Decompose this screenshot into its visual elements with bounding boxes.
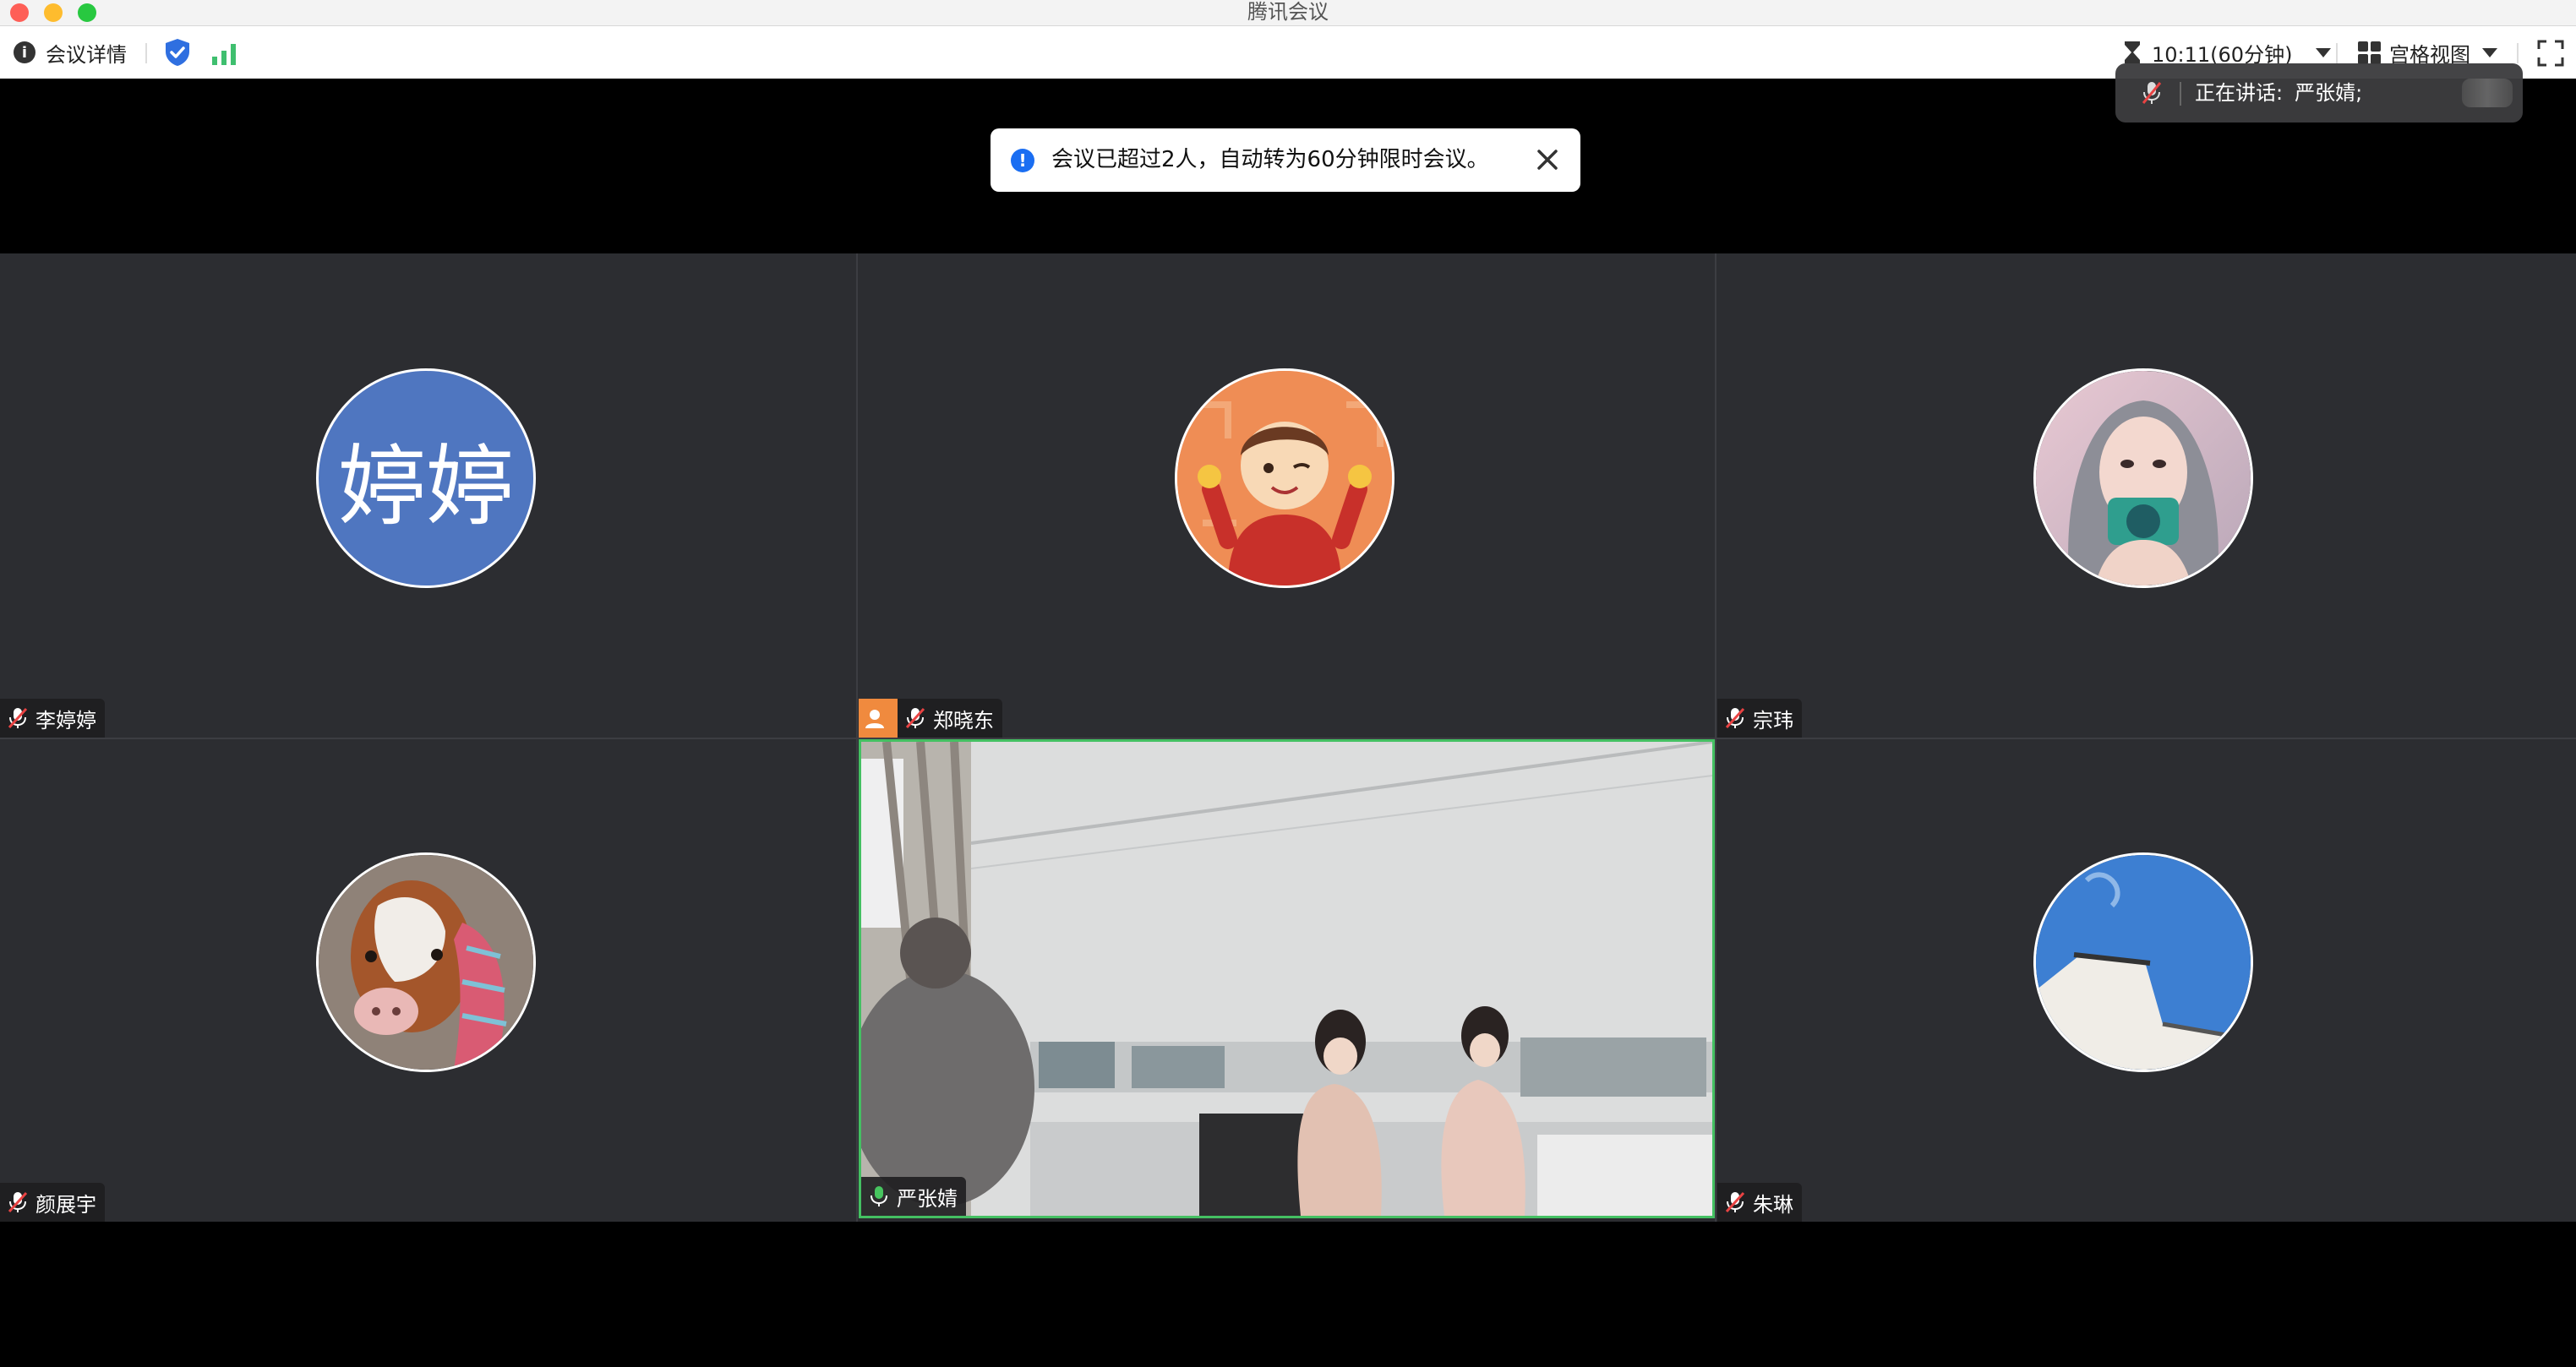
participant-name: 严张婧	[897, 1186, 958, 1211]
participant-tile[interactable]: 宗玮	[1717, 255, 2573, 738]
window-title: 腾讯会议	[1247, 0, 1329, 24]
mic-muted-icon	[2142, 82, 2162, 104]
mic-muted-icon	[8, 1191, 28, 1213]
participant-tile[interactable]: 郑晓东	[859, 255, 1715, 738]
participant-name: 颜展宇	[35, 1192, 96, 1217]
meeting-info-button[interactable]: i 会议详情	[14, 26, 127, 79]
chevron-down-icon	[2316, 47, 2332, 57]
indicator-divider	[2180, 82, 2181, 106]
participant-nameplate: 严张婧	[861, 1177, 966, 1216]
security-shield-icon[interactable]	[164, 38, 191, 67]
chevron-down-icon	[2482, 47, 2497, 57]
close-icon[interactable]	[1535, 147, 1560, 172]
info-icon: i	[14, 41, 35, 63]
toolbar-divider	[2336, 43, 2338, 63]
toolbar-divider	[145, 43, 147, 63]
network-signal-icon[interactable]	[211, 43, 237, 65]
avatar	[2033, 368, 2253, 588]
speaking-text: 正在讲话: 严张婧;	[2195, 63, 2362, 123]
office-video-frame	[861, 742, 1712, 1216]
grid-view-icon	[2358, 41, 2381, 64]
avatar	[2033, 852, 2253, 1072]
mic-muted-icon	[905, 707, 925, 729]
blurred-element	[2462, 79, 2513, 107]
hourglass-icon	[2125, 41, 2140, 63]
participant-name: 朱琳	[1753, 1192, 1793, 1217]
fullscreen-icon[interactable]	[2537, 40, 2564, 67]
mic-muted-icon	[8, 707, 28, 729]
meeting-info-label: 会议详情	[46, 42, 127, 67]
mic-on-icon	[870, 1186, 887, 1206]
building-sky-avatar-image	[2036, 855, 2251, 1070]
avatar	[1175, 368, 1394, 588]
speaking-indicator: 正在讲话: 严张婧;	[2115, 63, 2523, 123]
participant-name: 宗玮	[1753, 708, 1793, 733]
speaking-speaker-name: 严张婧;	[2295, 81, 2363, 105]
window-titlebar: 腾讯会议	[0, 0, 2576, 26]
toolbar-divider	[2517, 43, 2519, 63]
participant-tile[interactable]: 朱琳	[1717, 739, 2573, 1222]
participant-tile[interactable]: 婷婷 李婷婷	[0, 255, 856, 738]
speaking-prefix: 正在讲话:	[2195, 81, 2284, 105]
host-badge-icon	[859, 699, 898, 738]
participant-nameplate: 宗玮	[1717, 699, 1802, 738]
avatar	[316, 852, 536, 1072]
participant-name: 李婷婷	[35, 708, 96, 733]
active-speaker-video-tile[interactable]: 严张婧	[859, 739, 1715, 1218]
toast-message: 会议已超过2人，自动转为60分钟限时会议。	[1051, 147, 1489, 172]
participant-nameplate: 郑晓东	[859, 699, 1002, 738]
mic-muted-icon	[1725, 707, 1745, 729]
participant-nameplate: 李婷婷	[0, 699, 105, 738]
calf-photo-avatar-image	[319, 855, 533, 1070]
participant-nameplate: 颜展宇	[0, 1183, 105, 1222]
mic-muted-icon	[1725, 1191, 1745, 1213]
meeting-limit-toast: ! 会议已超过2人，自动转为60分钟限时会议。	[991, 128, 1580, 192]
participant-nameplate: 朱琳	[1717, 1183, 1802, 1222]
woman-photo-avatar-image	[2036, 371, 2251, 585]
participant-name: 郑晓东	[933, 708, 994, 733]
alert-icon: !	[1011, 149, 1034, 172]
participant-tile[interactable]: 颜展宇	[0, 739, 856, 1222]
bottom-black-area	[0, 1222, 2576, 1367]
avatar: 婷婷	[316, 368, 536, 588]
cartoon-boy-avatar-image	[1177, 371, 1392, 585]
